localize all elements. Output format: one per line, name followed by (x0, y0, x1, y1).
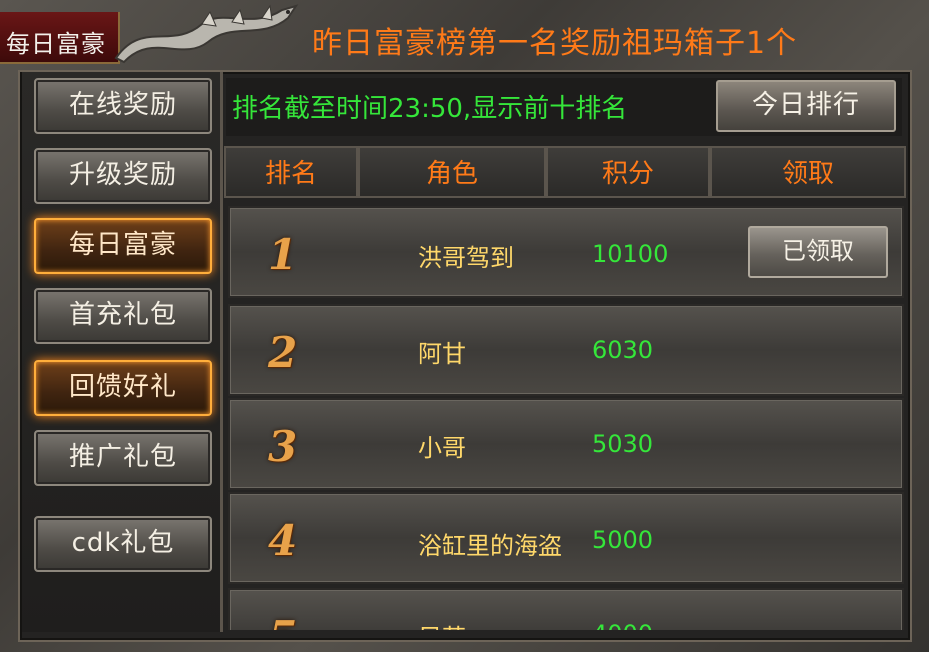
table-row: 2 阿甘 6030 (228, 304, 904, 396)
table-row: 3 小哥 5030 (228, 398, 904, 490)
announcement-banner: 昨日富豪榜第一名奖励祖玛箱子1个 (312, 26, 798, 61)
event-window: 每日富豪 昨日富豪榜第一名奖励祖玛箱子1个 在线奖励 升级奖励 每日富豪 首充礼… (0, 0, 929, 652)
sidebar-item-daily-rich[interactable]: 每日富豪 (34, 218, 212, 274)
sidebar-item-promo-gift[interactable]: 推广礼包 (34, 430, 212, 486)
player-score: 6030 (592, 336, 654, 364)
sidebar-item-first-recharge[interactable]: 首充礼包 (34, 288, 212, 344)
header-role: 角色 (358, 146, 546, 198)
header-score: 积分 (546, 146, 710, 198)
player-name: 阿甘 (418, 340, 466, 368)
sidebar-item-level-reward[interactable]: 升级奖励 (34, 148, 212, 204)
title-tab-label: 每日富豪 (6, 30, 106, 58)
sidebar-item-feedback-gift[interactable]: 回馈好礼 (34, 360, 212, 416)
dragon-ornament-icon (114, 4, 299, 64)
rank-number: 1 (268, 230, 298, 279)
player-name: 风范 (418, 618, 466, 630)
rank-number: 2 (268, 328, 298, 377)
today-ranking-button[interactable]: 今日排行 (716, 80, 896, 132)
header-rank: 排名 (224, 146, 358, 198)
player-name: 洪哥驾到 (418, 244, 514, 272)
table-header: 排名 角色 积分 领取 (224, 146, 906, 198)
table-row: 1 洪哥驾到 10100 已领取 (228, 206, 904, 298)
table-row: 4 浴缸里的海盗 5000 (228, 492, 904, 584)
player-score: 4000 (592, 620, 653, 630)
rank-number: 5 (268, 612, 297, 630)
player-name: 浴缸里的海盗 (418, 532, 562, 560)
rank-number: 3 (268, 422, 298, 471)
claimed-button[interactable]: 已领取 (748, 226, 888, 278)
ranking-cutoff-text: 排名截至时间23:50,显示前十排名 (232, 94, 628, 124)
sidebar-item-cdk-gift[interactable]: cdk礼包 (34, 516, 212, 572)
header-claim: 领取 (710, 146, 906, 198)
rank-number: 4 (268, 516, 298, 565)
table-row: 5 风范 4000 (228, 588, 904, 630)
player-name: 小哥 (418, 434, 466, 462)
player-score: 5030 (592, 430, 654, 458)
title-tab: 每日富豪 (0, 12, 120, 64)
ranking-list: 1 洪哥驾到 10100 已领取 2 阿甘 6030 3 小哥 5030 4 浴… (228, 206, 904, 630)
sidebar-item-online-reward[interactable]: 在线奖励 (34, 78, 212, 134)
player-score: 5000 (592, 526, 654, 554)
sidebar: 在线奖励 升级奖励 每日富豪 首充礼包 回馈好礼 推广礼包 cdk礼包 (22, 72, 223, 632)
player-score: 10100 (592, 240, 669, 268)
